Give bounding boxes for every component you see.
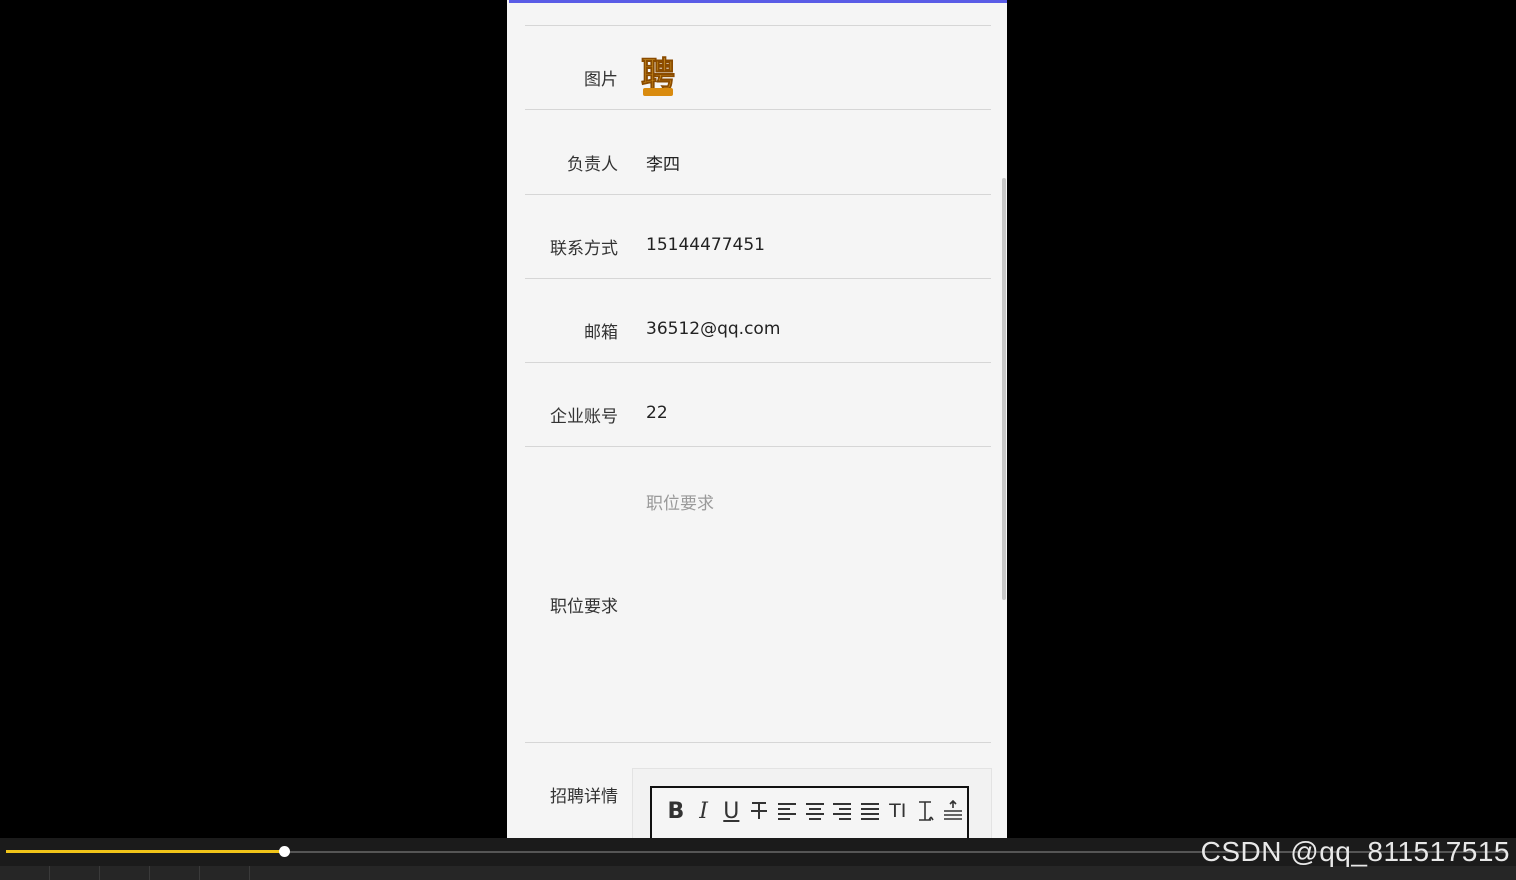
divider [525, 25, 991, 26]
strikethrough-icon [751, 802, 768, 819]
manager-label: 负责人 [567, 155, 618, 175]
progress-knob[interactable] [278, 846, 290, 857]
control-button[interactable] [150, 866, 200, 880]
italic-button[interactable]: I [690, 794, 718, 828]
align-center-button[interactable] [801, 794, 829, 828]
paragraph-spacing-icon [944, 800, 963, 820]
align-justify-icon [861, 803, 879, 820]
strikethrough-button[interactable] [745, 794, 773, 828]
font-size-button[interactable]: TI [884, 794, 912, 828]
email-label: 邮箱 [584, 323, 618, 343]
align-justify-button[interactable] [856, 794, 884, 828]
align-right-button[interactable] [828, 794, 856, 828]
align-left-button[interactable] [773, 794, 801, 828]
divider [525, 278, 991, 279]
divider [525, 446, 991, 447]
manager-value[interactable]: 李四 [646, 150, 680, 175]
divider [525, 109, 991, 110]
control-button[interactable] [0, 866, 50, 880]
control-button[interactable] [200, 866, 250, 880]
mobile-form-screen: 图片 聘 负责人 李四 联系方式 15144477451 邮箱 36512@qq… [507, 0, 1007, 838]
line-height-button[interactable] [912, 794, 940, 828]
watermark: CSDN @qq_811517515 [1200, 836, 1510, 867]
contact-label: 联系方式 [550, 239, 618, 259]
align-left-icon [777, 803, 796, 820]
company-logo-image[interactable]: 聘 [639, 50, 677, 102]
line-height-icon [919, 801, 935, 821]
contact-value[interactable]: 15144477451 [646, 235, 765, 255]
progress-fill [6, 850, 284, 853]
company-account-label: 企业账号 [550, 407, 618, 427]
align-right-icon [833, 803, 852, 820]
details-label: 招聘详情 [550, 787, 618, 807]
editor-toolbar: B I U TI [650, 786, 969, 838]
requirements-label: 职位要求 [550, 597, 618, 617]
control-button[interactable] [50, 866, 100, 880]
image-label: 图片 [584, 70, 618, 90]
scrollbar[interactable] [1002, 178, 1006, 600]
divider [525, 194, 991, 195]
requirements-textarea[interactable]: 职位要求 [646, 489, 714, 514]
header-accent-bar [509, 0, 1007, 3]
bold-button[interactable]: B [662, 794, 690, 828]
email-value[interactable]: 36512@qq.com [646, 319, 780, 339]
company-account-value[interactable]: 22 [646, 403, 668, 423]
paragraph-spacing-button[interactable] [939, 794, 967, 828]
align-center-icon [805, 803, 824, 820]
control-button[interactable] [100, 866, 150, 880]
divider [525, 362, 991, 363]
player-controls [0, 866, 1516, 880]
divider [525, 742, 991, 743]
underline-button[interactable]: U [717, 794, 745, 828]
